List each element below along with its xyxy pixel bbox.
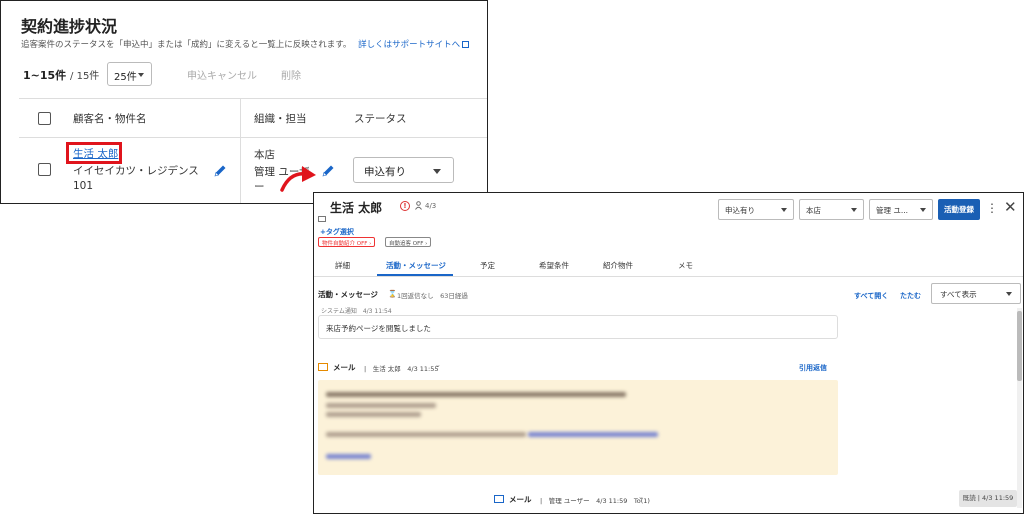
filter-select[interactable]: すべて表示 (931, 283, 1021, 304)
tab-divider (314, 276, 1023, 277)
mail-sender: | 管理 ユーザー 4/3 11:59 To(1) (540, 497, 650, 505)
blurred-line (326, 432, 526, 437)
column-header-status[interactable]: ステータス (354, 111, 407, 126)
result-count: 1~15件 / 15件 (23, 67, 99, 83)
mail-icon (318, 363, 328, 371)
chevron-down-icon (1006, 292, 1012, 296)
mail-icon (318, 216, 326, 222)
row-checkbox[interactable] (38, 163, 51, 176)
chevron-down-icon[interactable]: ⌄ (435, 361, 441, 369)
system-notice-label: システム通知 4/3 11:54 (321, 308, 392, 315)
chevron-down-icon (851, 208, 857, 212)
cancel-application-button[interactable]: 申込キャンセル (187, 67, 257, 82)
section-title: 活動・メッセージ (318, 290, 378, 299)
per-page-value: 25件 (114, 72, 137, 83)
table-divider (19, 98, 487, 99)
hourglass-icon: ⌛ (388, 290, 397, 298)
chevron-down-icon (920, 208, 926, 212)
chevron-down-icon[interactable]: ⌄ (638, 493, 644, 501)
table-column-divider (240, 98, 241, 203)
customer-detail-panel: 生活 太郎 ! 4/3 +タグ選択 物件自動紹介 OFF › 自動追客 OFF … (313, 192, 1024, 514)
blurred-line (326, 403, 436, 408)
description-text: 追客案件のステータスを「申込中」または「成約」に変えると一覧上に反映されます。 (21, 40, 352, 50)
close-icon[interactable]: ✕ (1004, 198, 1017, 216)
status-select-value: 申込有り (364, 166, 406, 178)
tab-introduced-properties[interactable]: 紹介物件 (603, 260, 633, 271)
staff-select-value: 管理 ユ... (876, 206, 909, 215)
customer-name: 生活 太郎 (330, 201, 383, 215)
register-activity-button[interactable]: 活動登録 (938, 199, 980, 220)
property-name: イイセイカツ・レジデンス 101 (73, 165, 199, 192)
per-page-select[interactable]: 25件 (107, 62, 152, 86)
column-header-organization[interactable]: 組織・担当 (254, 111, 307, 126)
reply-status: 1回返信なし 63日経過 (397, 292, 468, 300)
customer-name-link[interactable]: 生活 太郎 (73, 146, 118, 161)
tab-memo[interactable]: メモ (678, 260, 693, 271)
scrollbar-thumb[interactable] (1017, 311, 1022, 381)
collapse-button[interactable]: たたむ (900, 291, 921, 301)
branch-select-value: 本店 (806, 206, 821, 215)
registered-date: 4/3 (425, 202, 437, 210)
quote-reply-button[interactable]: 引用返信 (799, 363, 827, 373)
delete-button[interactable]: 削除 (281, 67, 301, 82)
filter-select-value: すべて表示 (940, 290, 977, 299)
blurred-line (326, 392, 626, 397)
expand-all-button[interactable]: すべて開く (854, 291, 888, 301)
status-select[interactable]: 申込有り (718, 199, 794, 220)
page-description: 追客案件のステータスを「申込中」または「成約」に変えると一覧上に反映されます。 … (21, 38, 470, 50)
contract-progress-panel: 契約進捗状況 追客案件のステータスを「申込中」または「成約」に変えると一覧上に反… (0, 0, 488, 204)
tab-activity-message[interactable]: 活動・メッセージ (386, 260, 446, 271)
blurred-line (326, 454, 371, 459)
support-site-link[interactable]: 詳しくはサポートサイトへ (358, 40, 470, 50)
external-link-icon (462, 41, 470, 48)
status-select-value: 申込有り (725, 206, 755, 215)
table-divider (19, 137, 487, 138)
mail-label: メール (333, 363, 356, 372)
result-count-range: 1~15件 (23, 69, 67, 82)
select-all-checkbox[interactable] (38, 112, 51, 125)
chevron-down-icon (433, 169, 441, 174)
alert-icon: ! (400, 201, 410, 211)
mail-body-blurred (318, 380, 838, 475)
status-select[interactable]: 申込有り (353, 157, 454, 183)
tab-desired-conditions[interactable]: 希望条件 (539, 260, 569, 271)
read-status-badge: 既読 | 4/3 11:59 (959, 490, 1017, 507)
column-header-customer[interactable]: 顧客名・物件名 (73, 111, 147, 126)
mail-icon (494, 495, 504, 503)
tag-select-button[interactable]: +タグ選択 (320, 227, 354, 237)
staff-select[interactable]: 管理 ユ... (869, 199, 933, 220)
pencil-icon[interactable] (213, 164, 227, 178)
blurred-line (326, 412, 421, 417)
mail-label: メール (509, 495, 532, 504)
result-count-total: / 15件 (70, 71, 100, 82)
auto-follow-badge[interactable]: 自動追客 OFF › (385, 237, 432, 247)
chevron-down-icon (138, 73, 144, 77)
auto-introduction-badge[interactable]: 物件自動紹介 OFF › (318, 237, 376, 247)
chevron-down-icon (781, 208, 787, 212)
blurred-line (528, 432, 658, 437)
page-title: 契約進捗状況 (21, 17, 118, 36)
tab-schedule[interactable]: 予定 (480, 260, 495, 271)
branch-select[interactable]: 本店 (799, 199, 864, 220)
activity-card: 来店予約ページを閲覧しました (318, 315, 838, 339)
mail-sender: | 生活 太郎 4/3 11:55 (364, 365, 439, 373)
person-icon (415, 201, 422, 210)
more-options-icon[interactable]: ⋮ (986, 202, 998, 218)
support-site-link-label: 詳しくはサポートサイトへ (358, 40, 461, 50)
tab-detail[interactable]: 詳細 (335, 260, 350, 271)
